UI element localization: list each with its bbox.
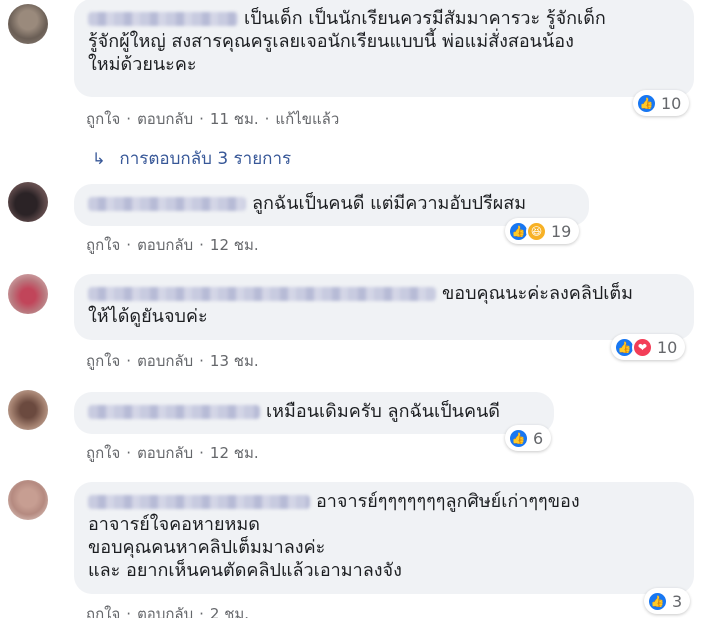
timestamp[interactable]: 2 ชม. — [210, 605, 249, 618]
reaction-summary[interactable]: 👍 6 — [505, 425, 552, 451]
reaction-count: 19 — [551, 221, 572, 241]
avatar[interactable] — [8, 274, 48, 314]
avatar[interactable] — [8, 182, 48, 222]
comment-text-line: ให้ได้ดูยันจบค่ะ — [88, 306, 208, 327]
like-button[interactable]: ถูกใจ — [86, 605, 120, 618]
like-icon: 👍 — [508, 427, 529, 449]
comment-bubble: อาจารย์ๆๆๆๆๆๆๆลูกศิษย์เก่าๆๆของ อาจารย์ใ… — [74, 482, 694, 594]
avatar[interactable] — [8, 480, 48, 520]
comment-bubble: ขอบคุณนะค่ะลงคลิปเต็ม ให้ได้ดูยันจบค่ะ — [74, 274, 694, 340]
comment-bubble: เป็นเด็ก เป็นนักเรียนควรมีสัมมาคารวะ รู้… — [74, 0, 694, 97]
commenter-name[interactable] — [88, 197, 246, 211]
avatar[interactable] — [8, 4, 48, 44]
like-icon: 👍 — [647, 590, 668, 612]
timestamp[interactable]: 13 ชม. — [210, 352, 259, 370]
comment-actions: ถูกใจ · ตอบกลับ · 2 ชม. — [86, 602, 249, 618]
comment-text-line: ลูกฉันเป็นคนดี แต่มีความอับปรีผสม — [252, 193, 527, 214]
reply-button[interactable]: ตอบกลับ — [137, 605, 193, 618]
commenter-name[interactable] — [88, 287, 436, 301]
reaction-count: 10 — [657, 337, 678, 357]
comment-actions: ถูกใจ · ตอบกลับ · 12 ชม. — [86, 444, 259, 462]
comment-text-line: ขอบคุณนะค่ะลงคลิปเต็ม — [442, 283, 633, 304]
like-button[interactable]: ถูกใจ — [86, 110, 120, 128]
comment-text-line: ขอบคุณคนหาคลิปเต็มมาลงค่ะ — [88, 537, 326, 558]
reaction-summary[interactable]: 👍 ❤ 10 — [611, 334, 686, 360]
timestamp[interactable]: 12 ชม. — [210, 444, 259, 462]
love-icon: ❤ — [632, 336, 653, 358]
view-replies-link[interactable]: ↳ การตอบกลับ 3 รายการ — [92, 145, 291, 172]
reply-button[interactable]: ตอบกลับ — [137, 110, 193, 128]
timestamp[interactable]: 11 ชม. — [210, 110, 259, 128]
reaction-count: 6 — [533, 428, 544, 448]
comment-actions: ถูกใจ · ตอบกลับ · 12 ชม. — [86, 236, 259, 254]
reaction-count: 10 — [661, 93, 682, 113]
comment-text-line: อาจารย์ๆๆๆๆๆๆๆลูกศิษย์เก่าๆๆของ — [316, 491, 580, 512]
comment-text-line: เหมือนเดิมครับ ลูกฉันเป็นคนดี — [266, 401, 500, 422]
comment-actions: ถูกใจ · ตอบกลับ · 13 ชม. — [86, 352, 259, 370]
comment-text-line: อาจารย์ใจคอหายหมด — [88, 514, 260, 535]
like-button[interactable]: ถูกใจ — [86, 236, 120, 254]
comment-actions: ถูกใจ · ตอบกลับ · 11 ชม. · แก้ไขแล้ว — [86, 110, 340, 128]
comment-text-line: และ อยากเห็นคนตัดคลิปแล้วเอามาลงจัง — [88, 560, 402, 581]
reply-button[interactable]: ตอบกลับ — [137, 352, 193, 370]
replies-label: การตอบกลับ 3 รายการ — [119, 149, 292, 169]
reaction-summary[interactable]: 👍 😆 19 — [505, 218, 580, 244]
edited-label[interactable]: แก้ไขแล้ว — [275, 110, 339, 128]
like-button[interactable]: ถูกใจ — [86, 352, 120, 370]
haha-icon: 😆 — [526, 220, 547, 242]
reaction-summary[interactable]: 👍 3 — [644, 588, 691, 614]
commenter-name[interactable] — [88, 495, 310, 509]
like-icon: 👍 — [636, 92, 657, 114]
avatar[interactable] — [8, 390, 48, 430]
comment-text-line: เป็นเด็ก เป็นนักเรียนควรมีสัมมาคารวะ รู้… — [244, 8, 606, 29]
reaction-count: 3 — [672, 591, 683, 611]
reply-arrow-icon: ↳ — [92, 149, 106, 168]
timestamp[interactable]: 12 ชม. — [210, 236, 259, 254]
reply-button[interactable]: ตอบกลับ — [137, 444, 193, 462]
comment-bubble: เหมือนเดิมครับ ลูกฉันเป็นคนดี — [74, 392, 554, 434]
commenter-name[interactable] — [88, 405, 260, 419]
reply-button[interactable]: ตอบกลับ — [137, 236, 193, 254]
comment-text-line: ใหม่ด้วยนะคะ — [88, 54, 197, 75]
like-button[interactable]: ถูกใจ — [86, 444, 120, 462]
comment-text-line: รู้จักผู้ใหญ่ สงสารคุณครูเลยเจอนักเรียนแ… — [88, 31, 574, 52]
reaction-summary[interactable]: 👍 10 — [633, 90, 690, 116]
commenter-name[interactable] — [88, 12, 238, 26]
